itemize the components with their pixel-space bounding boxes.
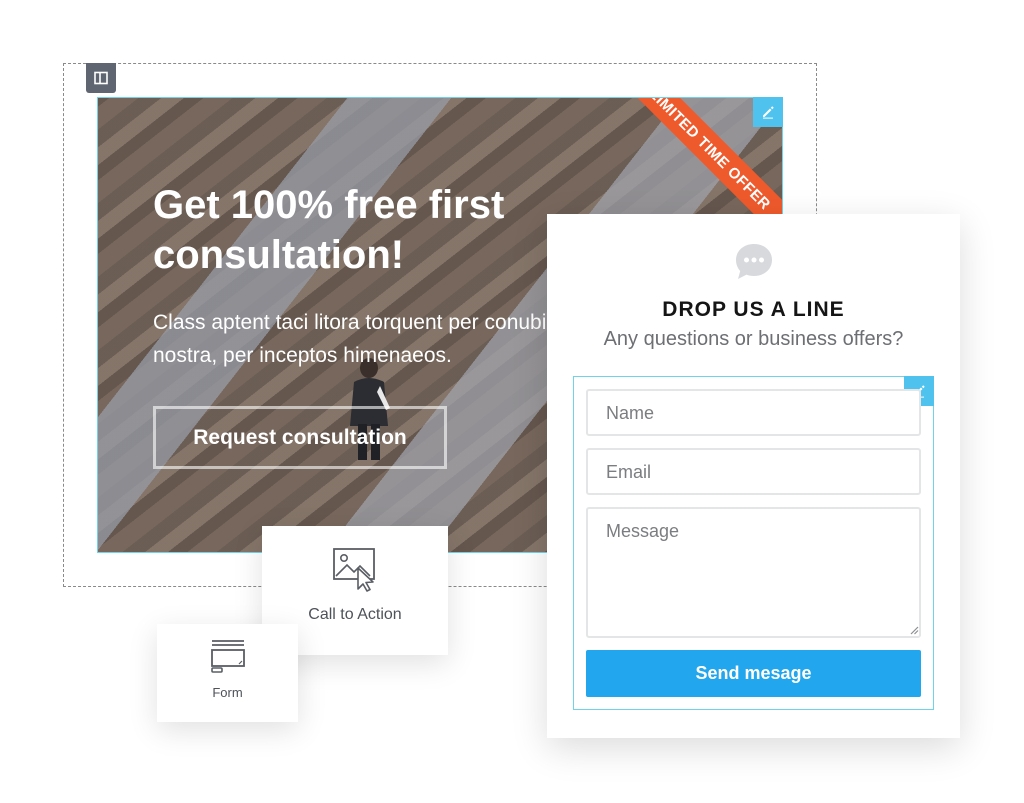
form-icon <box>210 640 245 673</box>
name-placeholder: Name <box>606 403 655 423</box>
contact-form-panel: DROP US A LINE Any questions or business… <box>547 214 960 738</box>
pencil-icon <box>763 106 774 119</box>
hero-title: Get 100% free first consultation! <box>153 183 505 277</box>
message-textarea[interactable]: Message <box>586 507 921 638</box>
form-widget-card[interactable]: Form <box>157 624 298 722</box>
resize-handle-icon[interactable] <box>910 626 919 635</box>
columns-icon <box>94 71 108 85</box>
name-input[interactable]: Name <box>586 389 921 436</box>
request-consultation-button[interactable]: Request consultation <box>153 406 447 469</box>
send-message-button[interactable]: Send mesage <box>586 650 921 697</box>
chat-bubble-icon <box>736 244 772 279</box>
hero-edit-button[interactable] <box>753 97 783 127</box>
email-input[interactable]: Email <box>586 448 921 495</box>
section-handle[interactable] <box>86 63 116 93</box>
message-placeholder: Message <box>606 521 680 541</box>
contact-title: DROP US A LINE <box>662 298 845 321</box>
call-to-action-label: Call to Action <box>308 606 402 623</box>
image-cursor-icon <box>333 548 375 592</box>
form-label: Form <box>212 685 243 700</box>
email-placeholder: Email <box>606 462 652 482</box>
page-builder-canvas: LIMITED TIME OFFER Get 100% free first c… <box>0 0 1024 803</box>
contact-subtitle: Any questions or business offers? <box>603 328 904 350</box>
